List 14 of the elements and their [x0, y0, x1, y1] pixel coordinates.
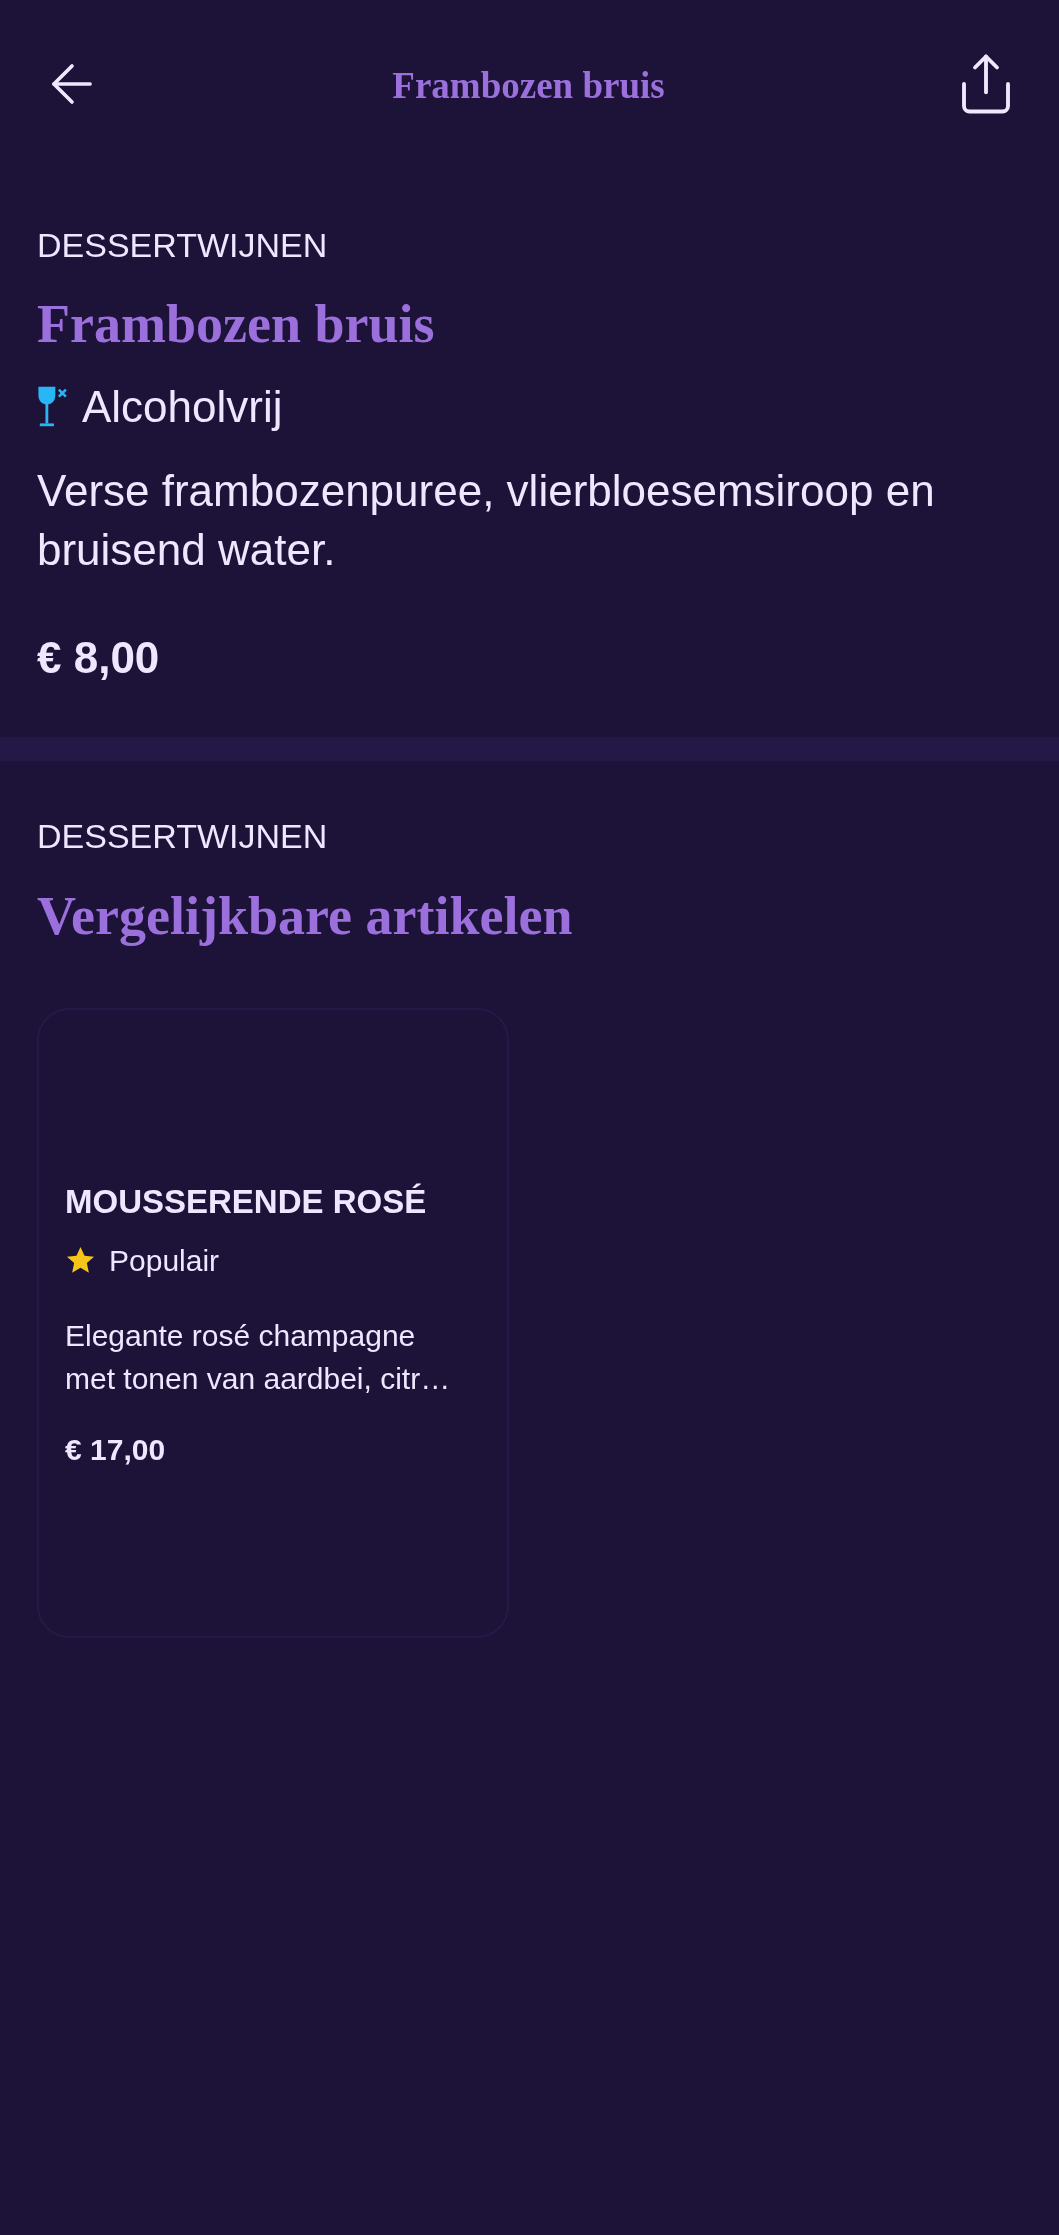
- section-heading: Vergelijkbare artikelen: [37, 885, 573, 948]
- popular-label: Populair: [109, 1242, 220, 1279]
- card-price: € 17,00: [65, 1431, 166, 1468]
- category-label: DESSERTWIJNEN: [37, 225, 328, 266]
- product-name: Frambozen bruis: [37, 292, 435, 356]
- alcohol-free-label: Alcoholvrij: [82, 380, 283, 433]
- page-title: Frambozen bruis: [392, 63, 665, 108]
- card-product-name: MOUSSERENDE ROSÉ: [65, 1181, 427, 1222]
- category-label: DESSERTWIJNEN: [37, 816, 328, 857]
- product-price: € 8,00: [37, 632, 160, 685]
- card-description: Elegante rosé champagne met tonen van aardbei, citr…: [65, 1317, 452, 1397]
- glass-cross-icon: [37, 385, 68, 429]
- product-card[interactable]: MOUSSERENDE ROSÉ Populair Elegante rosé champagne met tonen van aardbei, citr… € 17,00: [37, 1007, 509, 1638]
- product-description: Verse frambozenpuree, vlierbloesemsiroop en bruisend water.: [37, 465, 936, 577]
